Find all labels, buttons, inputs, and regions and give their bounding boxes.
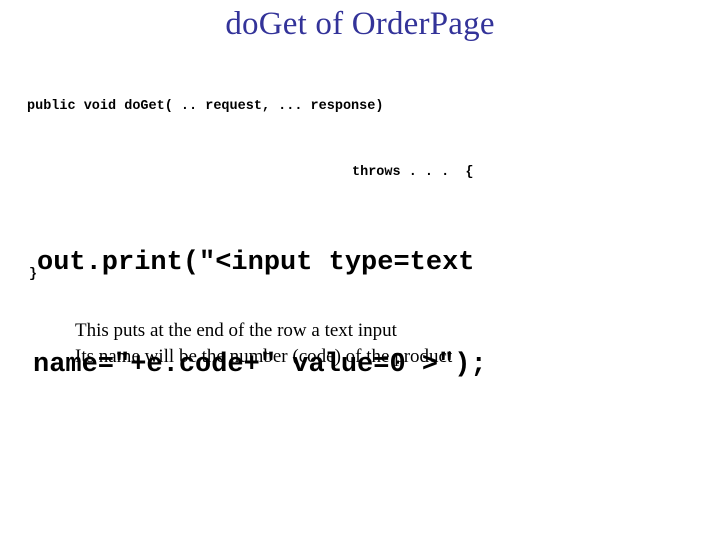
page-title: doGet of OrderPage xyxy=(225,6,495,42)
slide-canvas: doGet of OrderPage public void doGet( ..… xyxy=(0,0,720,540)
explanatory-notes: This puts at the end of the row a text i… xyxy=(75,318,675,370)
note-line-1: This puts at the end of the row a text i… xyxy=(75,320,397,341)
code-main-block: out.print("<input type=text name="+e.cod… xyxy=(33,178,693,450)
note-line-2: Its name will be the number (code) of th… xyxy=(75,346,453,367)
code-main-line-1: out.print("<input type=text xyxy=(37,248,475,278)
code-closing-brace: } xyxy=(29,267,38,282)
code-signature-line-1: public void doGet( .. request, ... respo… xyxy=(27,99,384,114)
